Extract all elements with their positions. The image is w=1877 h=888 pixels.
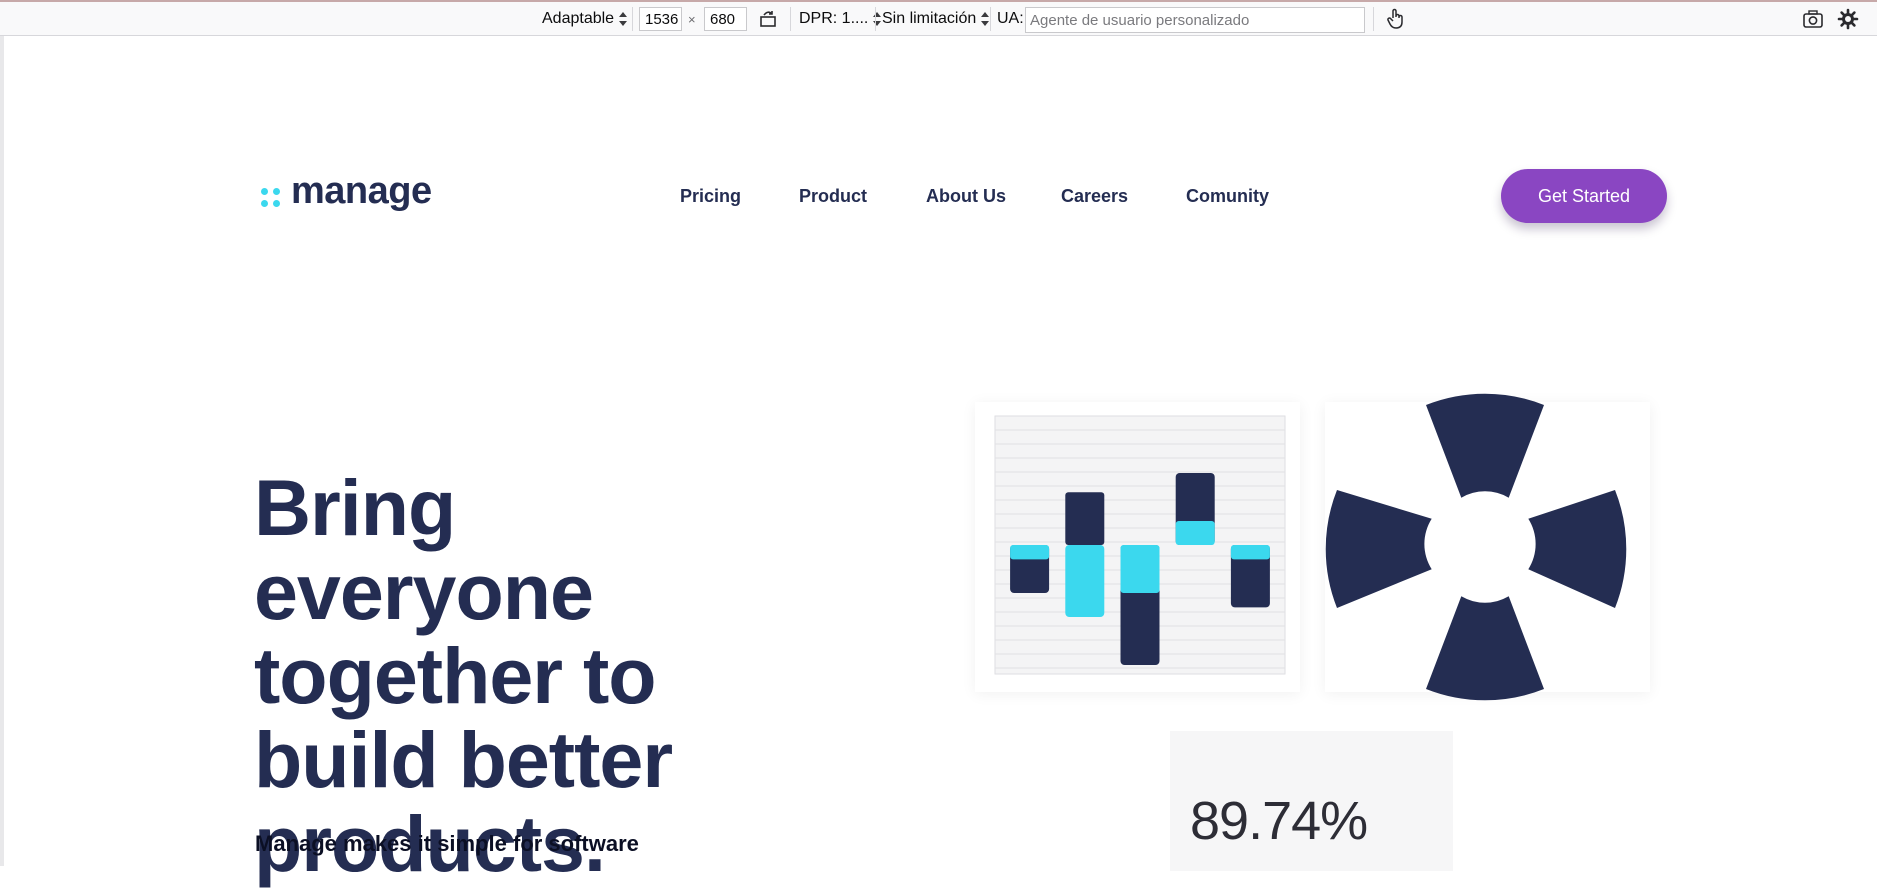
device-select[interactable]: Adaptable — [542, 2, 628, 36]
touch-simulation-button[interactable] — [1386, 2, 1406, 36]
toolbar-divider — [632, 7, 633, 31]
logo[interactable]: manage — [261, 172, 432, 210]
logo-dots-icon — [261, 179, 281, 207]
screenshot-button[interactable] — [1802, 2, 1824, 36]
chart-bar — [1010, 545, 1050, 560]
select-arrows-icon — [619, 12, 628, 26]
settings-button[interactable] — [1837, 2, 1859, 36]
propeller-illustration-card — [1325, 393, 1650, 701]
nav-link-community[interactable]: Comunity — [1186, 186, 1269, 207]
stat-value: 89.74% — [1190, 791, 1368, 851]
viewport-height-value: 680 — [710, 10, 736, 28]
chart-bar — [1065, 545, 1105, 617]
toolbar-divider — [1373, 7, 1374, 31]
hero-subtitle: Manage makes it simple for software — [255, 831, 639, 856]
logo-text: manage — [291, 170, 432, 212]
nav-link-careers[interactable]: Careers — [1061, 186, 1128, 207]
get-started-button[interactable]: Get Started — [1501, 169, 1667, 223]
viewport-height-input[interactable]: 680 — [704, 7, 747, 31]
throttling-select[interactable]: Sin limitación — [882, 2, 990, 36]
times-sign: × — [688, 11, 696, 27]
throttling-select-label: Sin limitación — [882, 10, 977, 27]
chart-bar — [1175, 521, 1215, 545]
viewport-left-edge — [0, 36, 4, 866]
chart-bar — [1120, 545, 1160, 593]
rotate-icon — [760, 11, 776, 27]
touch-hand-icon — [1387, 8, 1403, 29]
gear-icon — [1837, 8, 1859, 30]
toolbar-divider — [990, 7, 991, 31]
camera-icon — [1803, 10, 1823, 28]
bar-chart-card — [975, 402, 1300, 692]
chart-bar — [1230, 545, 1270, 560]
ua-label: UA: — [997, 10, 1024, 27]
toolbar-divider — [875, 7, 876, 31]
nav-link-about-us[interactable]: About Us — [926, 186, 1006, 207]
hero-title: Bring everyone together to build better … — [254, 463, 673, 888]
chart-bar — [1065, 492, 1105, 545]
nav-link-pricing[interactable]: Pricing — [680, 186, 741, 207]
responsive-toolbar: Adaptable 1536 × 680 DPR: 1.... Sin limi… — [0, 0, 1877, 36]
select-arrows-icon — [981, 12, 990, 26]
dpr-select-label: DPR: 1.... — [799, 10, 869, 27]
dpr-select[interactable]: DPR: 1.... — [799, 2, 882, 36]
user-agent-input[interactable]: Agente de usuario personalizado — [1025, 7, 1365, 33]
propeller-illustration — [1325, 393, 1627, 701]
get-started-label: Get Started — [1537, 185, 1631, 206]
viewport-width-input[interactable]: 1536 — [639, 7, 682, 31]
nav-link-product[interactable]: Product — [799, 186, 867, 207]
user-agent-placeholder: Agente de usuario personalizado — [1030, 11, 1250, 29]
rotate-viewport-button[interactable] — [758, 2, 778, 36]
device-select-label: Adaptable — [542, 10, 615, 27]
viewport-width-value: 1536 — [645, 10, 679, 28]
toolbar-divider — [790, 7, 791, 31]
bar-chart — [994, 415, 1286, 675]
